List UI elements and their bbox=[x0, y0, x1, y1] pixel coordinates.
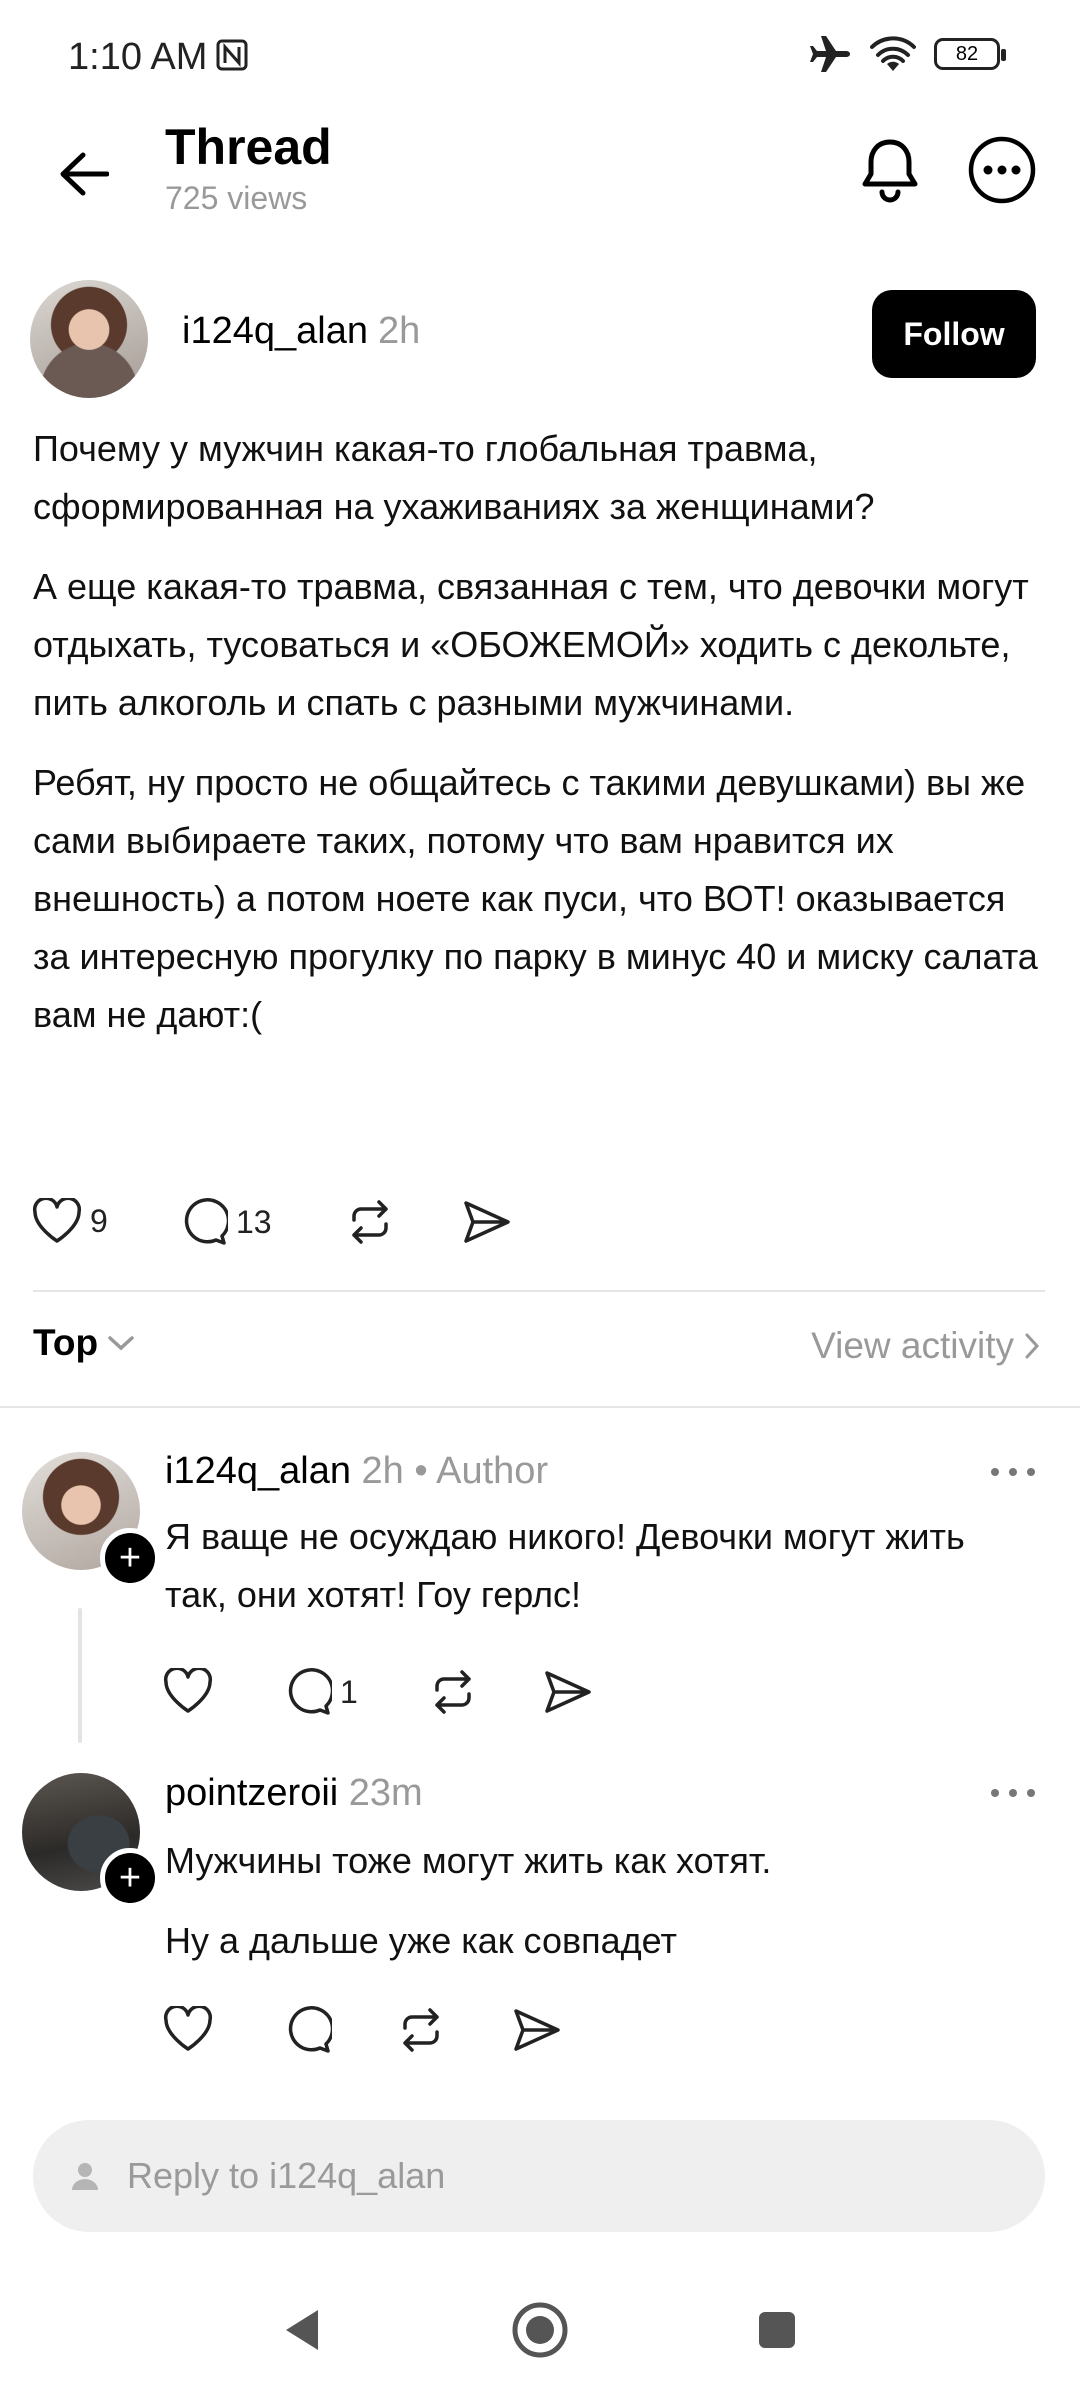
share-button[interactable] bbox=[462, 1198, 512, 1246]
thread-line bbox=[78, 1608, 82, 1743]
like-count: 9 bbox=[90, 1202, 108, 1239]
reply-more-button[interactable] bbox=[983, 1452, 1043, 1492]
post-paragraph: Ребят, ну просто не общайтесь с такими д… bbox=[33, 762, 1038, 1035]
status-icons: 82 bbox=[808, 34, 1006, 74]
reply-text: Ну а дальше уже как совпадет bbox=[165, 1920, 677, 1961]
comment-bubble-icon bbox=[184, 1198, 228, 1245]
username[interactable]: i124q_alan bbox=[182, 310, 368, 352]
more-horizontal-icon bbox=[991, 1468, 1035, 1476]
more-horizontal-icon bbox=[991, 1789, 1035, 1797]
username[interactable]: pointzeroii bbox=[165, 1772, 338, 1814]
comment-count: 13 bbox=[236, 1203, 272, 1240]
view-activity-link[interactable]: View activity bbox=[811, 1325, 1040, 1367]
nav-home-button[interactable] bbox=[500, 2290, 580, 2370]
airplane-icon bbox=[808, 34, 852, 74]
comment-count: 1 bbox=[340, 1673, 358, 1710]
follow-plus-icon[interactable]: + bbox=[100, 1848, 160, 1908]
reply-text: Мужчины тоже могут жить как хотят. bbox=[165, 1840, 772, 1881]
home-circle-icon bbox=[512, 2302, 568, 2358]
heart-icon bbox=[163, 2006, 213, 2051]
divider bbox=[0, 1406, 1080, 1408]
wifi-icon bbox=[870, 35, 916, 73]
username[interactable]: i124q_alan bbox=[165, 1450, 351, 1492]
author-badge: • Author bbox=[414, 1450, 549, 1492]
status-time: 1:10 AM bbox=[68, 36, 208, 78]
send-icon bbox=[514, 2009, 560, 2051]
heart-icon bbox=[32, 1198, 82, 1243]
share-button[interactable] bbox=[543, 1668, 593, 1716]
nfc-icon bbox=[215, 38, 249, 72]
post-time: 2h bbox=[377, 310, 421, 352]
reply-author[interactable]: i124q_alan 2h • Author bbox=[165, 1450, 548, 1493]
square-recents-icon bbox=[759, 2312, 795, 2348]
repost-button[interactable] bbox=[345, 1198, 395, 1246]
view-activity-label: View activity bbox=[811, 1325, 1014, 1366]
repost-button[interactable] bbox=[428, 1668, 478, 1716]
reply-time: 2h bbox=[361, 1450, 404, 1492]
triangle-back-icon bbox=[286, 2310, 318, 2350]
back-button[interactable] bbox=[40, 130, 128, 218]
avatar[interactable] bbox=[30, 280, 148, 398]
comment-button[interactable] bbox=[282, 2006, 332, 2054]
chevron-down-icon bbox=[108, 1336, 134, 1351]
comment-button[interactable]: 13 bbox=[178, 1198, 272, 1246]
reply-placeholder: Reply to i124q_alan bbox=[127, 2155, 446, 2196]
reply-input[interactable]: Reply to i124q_alan bbox=[33, 2120, 1045, 2232]
more-options-button[interactable] bbox=[967, 135, 1037, 205]
chevron-right-icon bbox=[1025, 1333, 1040, 1359]
sort-dropdown[interactable]: Top bbox=[33, 1322, 136, 1364]
post-body: Почему у мужчин какая-то глобальная трав… bbox=[33, 420, 1048, 1066]
like-button[interactable] bbox=[163, 2006, 213, 2052]
repost-icon bbox=[435, 1670, 471, 1714]
reply-author[interactable]: pointzeroii 23m bbox=[165, 1772, 423, 1815]
repost-icon bbox=[352, 1200, 388, 1244]
reply-more-button[interactable] bbox=[983, 1773, 1043, 1813]
repost-button[interactable] bbox=[396, 2006, 446, 2054]
comment-bubble-icon bbox=[288, 2006, 332, 2053]
post-paragraph: А еще какая-то травма, связанная с тем, … bbox=[33, 566, 1029, 723]
notifications-button[interactable] bbox=[850, 130, 930, 210]
like-button[interactable] bbox=[163, 1668, 213, 1714]
comment-bubble-icon bbox=[288, 1668, 332, 1715]
post-author[interactable]: i124q_alan 2h bbox=[182, 310, 420, 353]
arrow-left-icon bbox=[60, 152, 109, 196]
battery-level: 82 bbox=[955, 42, 979, 65]
divider bbox=[33, 1290, 1045, 1292]
follow-button[interactable]: Follow bbox=[872, 290, 1036, 378]
reply-time: 23m bbox=[348, 1772, 423, 1814]
reply-text: Я ваще не осуждаю никого! Девочки могут … bbox=[165, 1516, 965, 1615]
post-paragraph: Почему у мужчин какая-то глобальная трав… bbox=[33, 428, 875, 527]
share-button[interactable] bbox=[512, 2006, 562, 2054]
send-icon bbox=[464, 1201, 510, 1243]
battery-indicator: 82 bbox=[934, 38, 1006, 70]
views-count: 725 views bbox=[165, 180, 308, 216]
comment-button[interactable]: 1 bbox=[282, 1668, 358, 1716]
user-icon bbox=[71, 2161, 99, 2191]
follow-plus-icon[interactable]: + bbox=[100, 1528, 160, 1588]
like-button[interactable]: 9 bbox=[32, 1198, 108, 1244]
nav-back-button[interactable] bbox=[262, 2290, 342, 2370]
heart-icon bbox=[163, 1668, 213, 1713]
repost-icon bbox=[403, 2008, 439, 2052]
nav-recents-button[interactable] bbox=[737, 2290, 817, 2370]
bell-icon bbox=[862, 139, 918, 203]
sort-label: Top bbox=[33, 1322, 99, 1363]
page-title: Thread bbox=[165, 119, 332, 175]
send-icon bbox=[545, 1671, 591, 1713]
more-circle-icon bbox=[968, 136, 1036, 204]
